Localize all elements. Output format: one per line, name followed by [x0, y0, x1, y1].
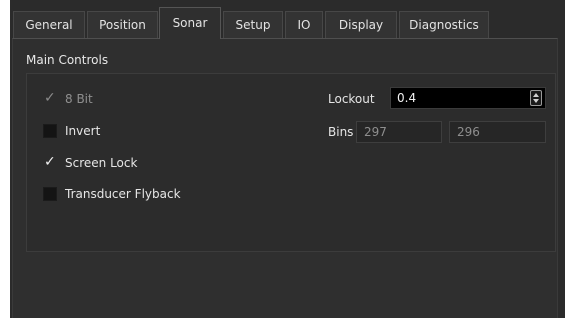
transducer-flyback-checkbox[interactable]: [43, 187, 57, 201]
settings-window: General Position Sonar Setup IO Display …: [10, 0, 565, 318]
lockout-value: 0.4: [397, 91, 417, 105]
spin-up-arrow-icon[interactable]: [533, 93, 539, 97]
tab-diagnostics[interactable]: Diagnostics: [399, 11, 489, 38]
lockout-spinbox[interactable]: 0.4: [390, 87, 546, 109]
eight-bit-label: 8 Bit: [65, 92, 93, 106]
screen-lock-checkbox[interactable]: ✓: [43, 154, 57, 170]
invert-label: Invert: [65, 124, 101, 138]
checkmark-icon: ✓: [44, 90, 56, 106]
screen-lock-label: Screen Lock: [65, 156, 138, 170]
sonar-tab-content: Main Controls ✓ 8 Bit Invert ✓ Screen Lo…: [12, 38, 558, 318]
bins-label: Bins: [328, 125, 354, 139]
spin-buttons[interactable]: [530, 90, 542, 106]
bins-field-b: 296: [449, 121, 546, 143]
tab-sonar[interactable]: Sonar: [159, 7, 221, 39]
bins-field-a: 297: [356, 121, 442, 143]
tab-general[interactable]: General: [13, 11, 85, 38]
tab-setup[interactable]: Setup: [223, 11, 283, 38]
screen-lock-checkbox-row: ✓ Screen Lock: [43, 154, 138, 171]
transducer-flyback-checkbox-row: Transducer Flyback: [43, 186, 181, 202]
tab-io[interactable]: IO: [285, 11, 323, 38]
invert-checkbox-row: Invert: [43, 123, 100, 139]
main-controls-title: Main Controls: [26, 53, 109, 67]
tab-position[interactable]: Position: [87, 11, 158, 38]
tab-bar: General Position Sonar Setup IO Display …: [10, 0, 565, 39]
invert-checkbox[interactable]: [43, 124, 57, 138]
eight-bit-checkbox-row: ✓ 8 Bit: [43, 90, 93, 107]
eight-bit-checkbox[interactable]: ✓: [43, 90, 57, 106]
spin-down-arrow-icon[interactable]: [533, 99, 539, 103]
lockout-label: Lockout: [328, 92, 375, 106]
tab-display[interactable]: Display: [325, 11, 397, 38]
checkmark-icon: ✓: [44, 154, 56, 170]
transducer-flyback-label: Transducer Flyback: [65, 187, 181, 201]
